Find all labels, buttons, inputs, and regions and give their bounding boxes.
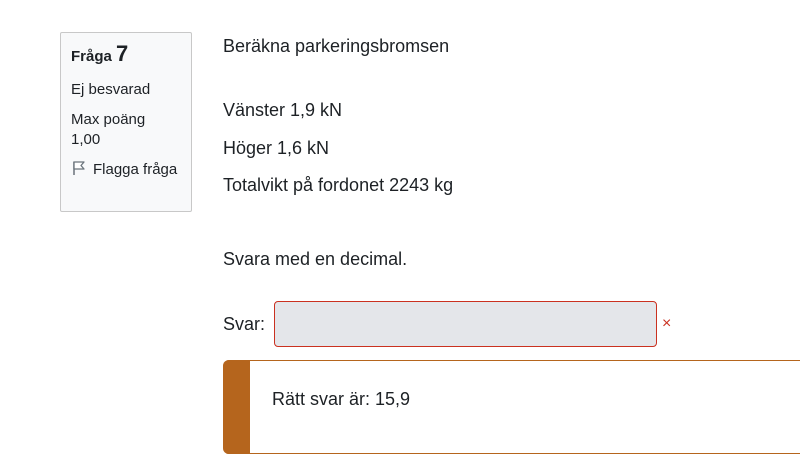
answer-label: Svar: bbox=[223, 314, 266, 334]
question-number: 7 bbox=[116, 41, 129, 66]
answer-input[interactable] bbox=[274, 301, 657, 347]
flag-icon[interactable] bbox=[71, 160, 87, 176]
question-heading: Fråga 7 bbox=[71, 43, 181, 68]
question-title: Beräkna parkeringsbromsen bbox=[223, 36, 450, 56]
instruction-text: Svara med en decimal. bbox=[223, 249, 408, 269]
right-force-text: Höger 1,6 kN bbox=[223, 138, 330, 158]
question-status: Ej besvarad bbox=[71, 81, 151, 98]
max-points-value: 1,00 bbox=[71, 131, 101, 148]
max-points-label: Max poäng bbox=[71, 111, 146, 128]
correct-answer-feedback: Rätt svar är: 15,9 bbox=[223, 360, 800, 454]
total-weight-text: Totalvikt på fordonet 2243 kg bbox=[223, 175, 454, 195]
flag-question-link[interactable]: Flagga fråga bbox=[71, 160, 181, 180]
answer-row: Svar: × bbox=[223, 300, 800, 348]
incorrect-icon: × bbox=[662, 315, 672, 332]
max-points: Max poäng 1,00 bbox=[71, 110, 181, 150]
correct-answer-text: Rätt svar är: 15,9 bbox=[272, 389, 411, 409]
flag-label[interactable]: Flagga fråga bbox=[93, 161, 177, 178]
left-force-text: Vänster 1,9 kN bbox=[223, 100, 343, 120]
question-label: Fråga bbox=[71, 48, 112, 65]
feedback-accent-bar bbox=[223, 360, 250, 454]
question-info-box: Fråga 7 Ej besvarad Max poäng 1,00 Flagg… bbox=[60, 32, 192, 212]
